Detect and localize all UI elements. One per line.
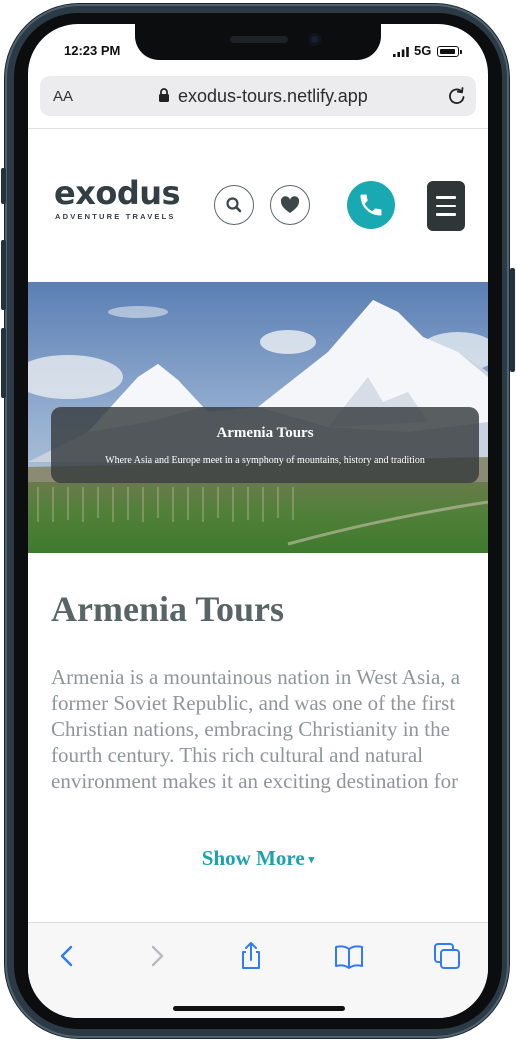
hamburger-menu-icon [436, 213, 456, 216]
call-button[interactable] [347, 181, 395, 229]
side-button-power [510, 268, 515, 372]
tabs-icon[interactable] [432, 941, 462, 971]
hamburger-menu-icon [436, 204, 456, 208]
bookmarks-icon[interactable] [334, 941, 364, 971]
hero-caption-box: Armenia Tours Where Asia and Europe meet… [51, 407, 479, 483]
hero-title: Armenia Tours [216, 425, 314, 441]
favorites-button[interactable] [270, 185, 310, 225]
side-button-mute [1, 168, 6, 204]
hero-banner: Armenia Tours Where Asia and Europe meet… [28, 282, 488, 553]
forward-arrow-icon[interactable] [142, 941, 172, 971]
logo-subtitle: ADVENTURE TRAVELS [55, 212, 176, 221]
battery-icon [437, 46, 462, 57]
cellular-signal-icon [393, 47, 409, 57]
status-time: 12:23 PM [64, 43, 121, 58]
network-type: 5G [414, 43, 432, 58]
show-more-label[interactable]: Show More [202, 846, 305, 870]
back-arrow-icon[interactable] [52, 941, 82, 971]
hamburger-menu-icon [436, 196, 456, 199]
heart-icon [280, 196, 300, 213]
reload-icon[interactable] [446, 85, 468, 107]
hero-subtitle: Where Asia and Europe meet in a symphony… [105, 455, 425, 466]
lock-icon [159, 88, 169, 102]
tour-description: Armenia is a mountainous nation in West … [51, 665, 461, 793]
exodus-logo[interactable]: exodus ADVENTURE TRAVELS [54, 174, 184, 226]
logo-text: exodus [54, 174, 181, 212]
search-icon [226, 197, 242, 213]
show-more-button[interactable]: Show More ▾ [28, 846, 488, 871]
speaker-grille [230, 36, 288, 43]
side-button-volume-down [1, 328, 6, 398]
front-camera [308, 33, 321, 46]
chevron-down-icon[interactable]: ▾ [309, 854, 315, 866]
phone-icon [360, 194, 382, 216]
home-indicator[interactable] [173, 1006, 345, 1011]
page-title: Armenia Tours [51, 589, 285, 629]
search-button[interactable] [214, 185, 254, 225]
notch [135, 24, 381, 60]
url-bar[interactable]: AA exodus-tours.netlify.app [40, 76, 476, 116]
phone-screen: 12:23 PM 5G AA exodus-tours.netlify.app … [28, 24, 488, 1018]
side-button-volume-up [1, 240, 6, 310]
browser-toolbar [28, 922, 488, 1018]
url-text[interactable]: exodus-tours.netlify.app [178, 86, 368, 107]
reader-options-button[interactable]: AA [53, 88, 73, 105]
share-icon[interactable] [236, 941, 266, 971]
menu-button[interactable] [427, 181, 465, 231]
header-divider [28, 128, 488, 129]
